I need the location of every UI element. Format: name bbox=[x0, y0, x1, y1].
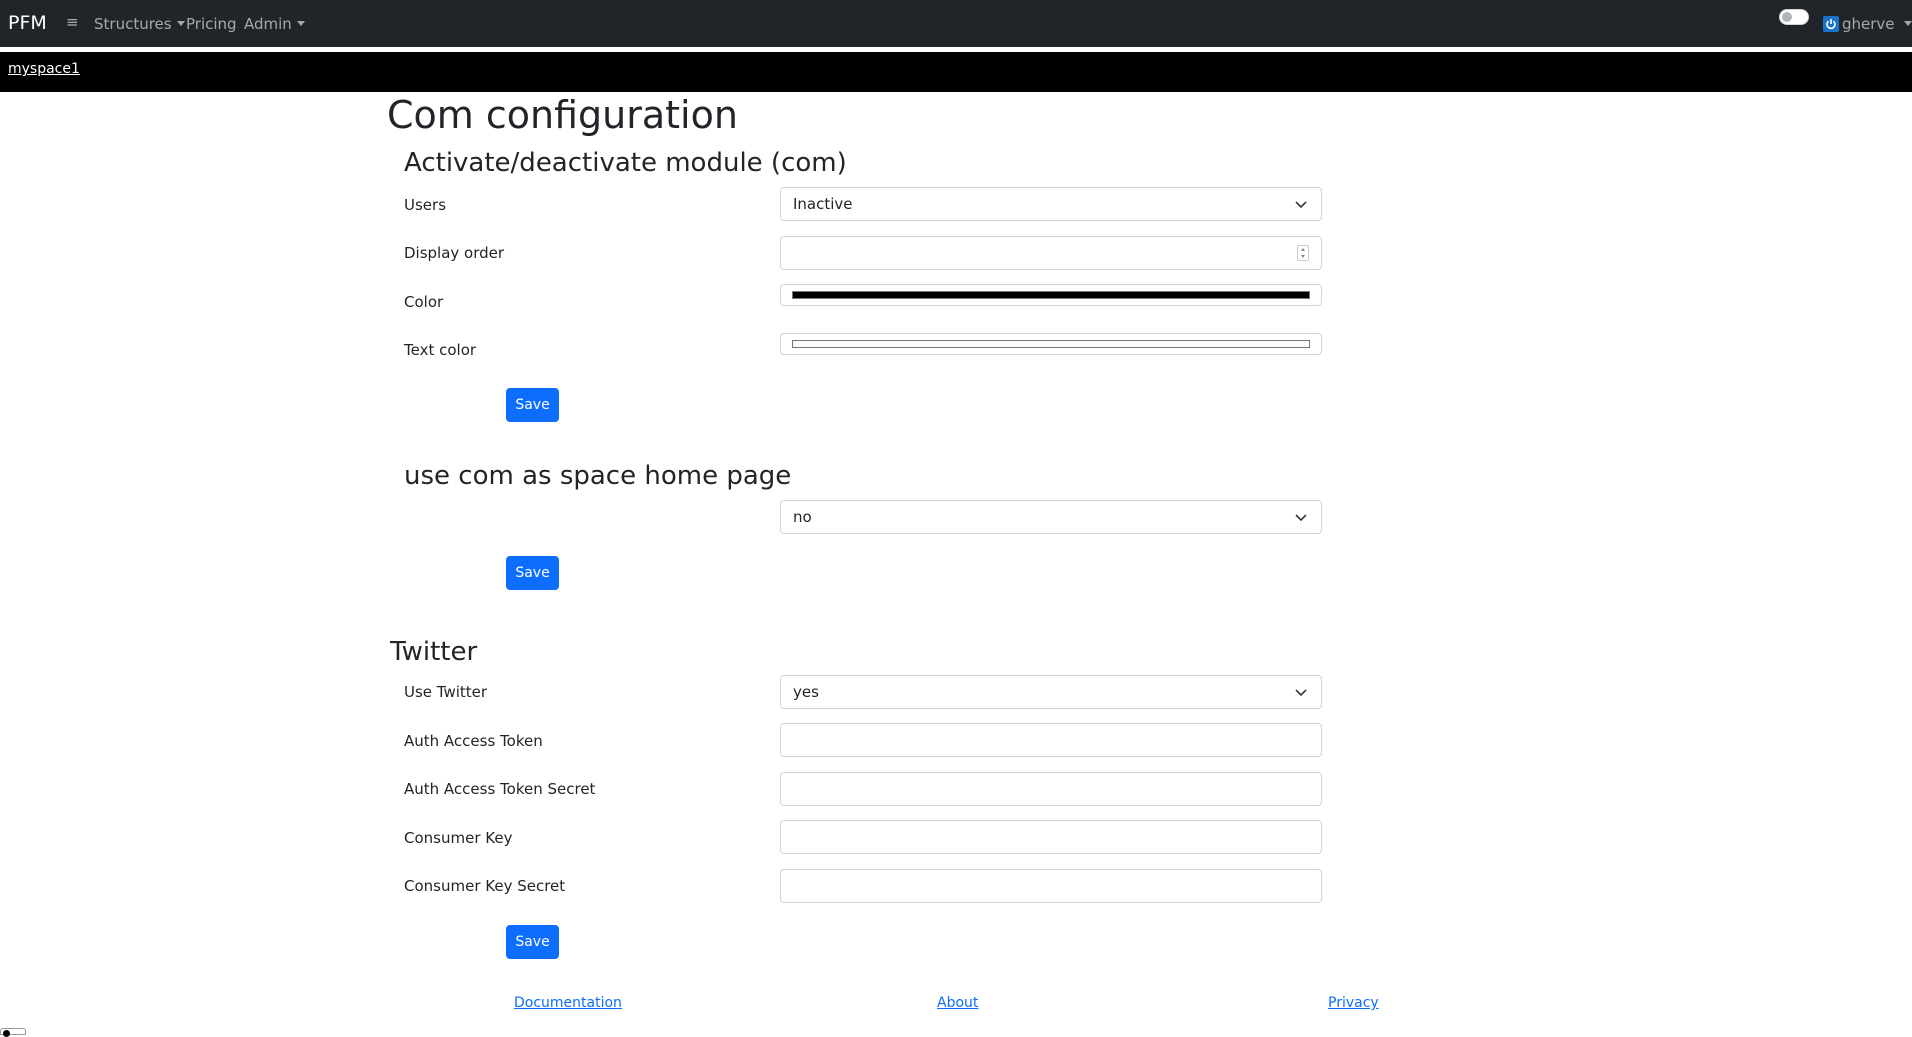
twitter-section-title: Twitter bbox=[390, 637, 478, 667]
nav-structures[interactable]: Structures bbox=[94, 15, 185, 33]
display-order-input[interactable] bbox=[780, 236, 1322, 270]
save-home-page-button[interactable]: Save bbox=[506, 556, 559, 590]
text-color-swatch bbox=[792, 340, 1310, 348]
text-color-picker[interactable] bbox=[780, 333, 1322, 355]
top-navbar: PFM ≡ Structures Pricing Admin gherve bbox=[0, 0, 1912, 47]
theme-toggle[interactable] bbox=[1779, 9, 1809, 25]
about-link[interactable]: About bbox=[937, 995, 978, 1011]
space-link[interactable]: myspace1 bbox=[8, 61, 80, 77]
text-color-label: Text color bbox=[404, 341, 477, 359]
users-select[interactable]: Inactive bbox=[780, 187, 1322, 221]
auth-access-token-secret-input[interactable] bbox=[780, 772, 1322, 806]
toggle-knob bbox=[1782, 12, 1792, 22]
consumer-key-input[interactable] bbox=[780, 820, 1322, 854]
consumer-key-secret-input[interactable] bbox=[780, 869, 1322, 903]
space-bar: myspace1 bbox=[0, 52, 1912, 92]
auth-access-token-secret-label: Auth Access Token Secret bbox=[404, 780, 596, 798]
nav-pricing[interactable]: Pricing bbox=[186, 15, 237, 33]
home-page-select[interactable]: no bbox=[780, 500, 1322, 534]
use-twitter-select[interactable]: yes bbox=[780, 675, 1322, 709]
number-spinner-icon[interactable] bbox=[1297, 245, 1309, 261]
chevron-down-icon bbox=[1295, 689, 1307, 697]
chevron-down-icon bbox=[1295, 514, 1307, 522]
hamburger-menu-icon[interactable]: ≡ bbox=[66, 13, 79, 31]
module-section-title: Activate/deactivate module (com) bbox=[404, 148, 847, 178]
save-twitter-button[interactable]: Save bbox=[506, 925, 559, 959]
display-order-label: Display order bbox=[404, 244, 505, 262]
chevron-down-icon bbox=[1295, 201, 1307, 209]
use-twitter-select-value: yes bbox=[793, 683, 819, 701]
debug-toolbar-toggle[interactable] bbox=[0, 1028, 26, 1037]
consumer-key-secret-label: Consumer Key Secret bbox=[404, 877, 566, 895]
color-picker[interactable] bbox=[780, 284, 1322, 306]
use-twitter-label: Use Twitter bbox=[404, 683, 488, 701]
save-module-button[interactable]: Save bbox=[506, 388, 559, 422]
auth-access-token-label: Auth Access Token bbox=[404, 732, 543, 750]
privacy-link[interactable]: Privacy bbox=[1328, 995, 1379, 1011]
home-page-select-value: no bbox=[793, 508, 812, 526]
nav-admin[interactable]: Admin bbox=[244, 15, 305, 33]
users-label: Users bbox=[404, 196, 447, 214]
consumer-key-label: Consumer Key bbox=[404, 829, 513, 847]
page-title: Com configuration bbox=[387, 93, 738, 137]
user-name: gherve bbox=[1842, 15, 1895, 33]
power-icon bbox=[1823, 16, 1839, 32]
user-menu[interactable]: gherve bbox=[1823, 15, 1912, 33]
brand-logo[interactable]: PFM bbox=[8, 12, 47, 34]
color-label: Color bbox=[404, 293, 444, 311]
auth-access-token-input[interactable] bbox=[780, 723, 1322, 757]
color-swatch bbox=[792, 291, 1310, 299]
users-select-value: Inactive bbox=[793, 195, 853, 213]
documentation-link[interactable]: Documentation bbox=[514, 995, 622, 1011]
home-section-title: use com as space home page bbox=[404, 461, 792, 491]
